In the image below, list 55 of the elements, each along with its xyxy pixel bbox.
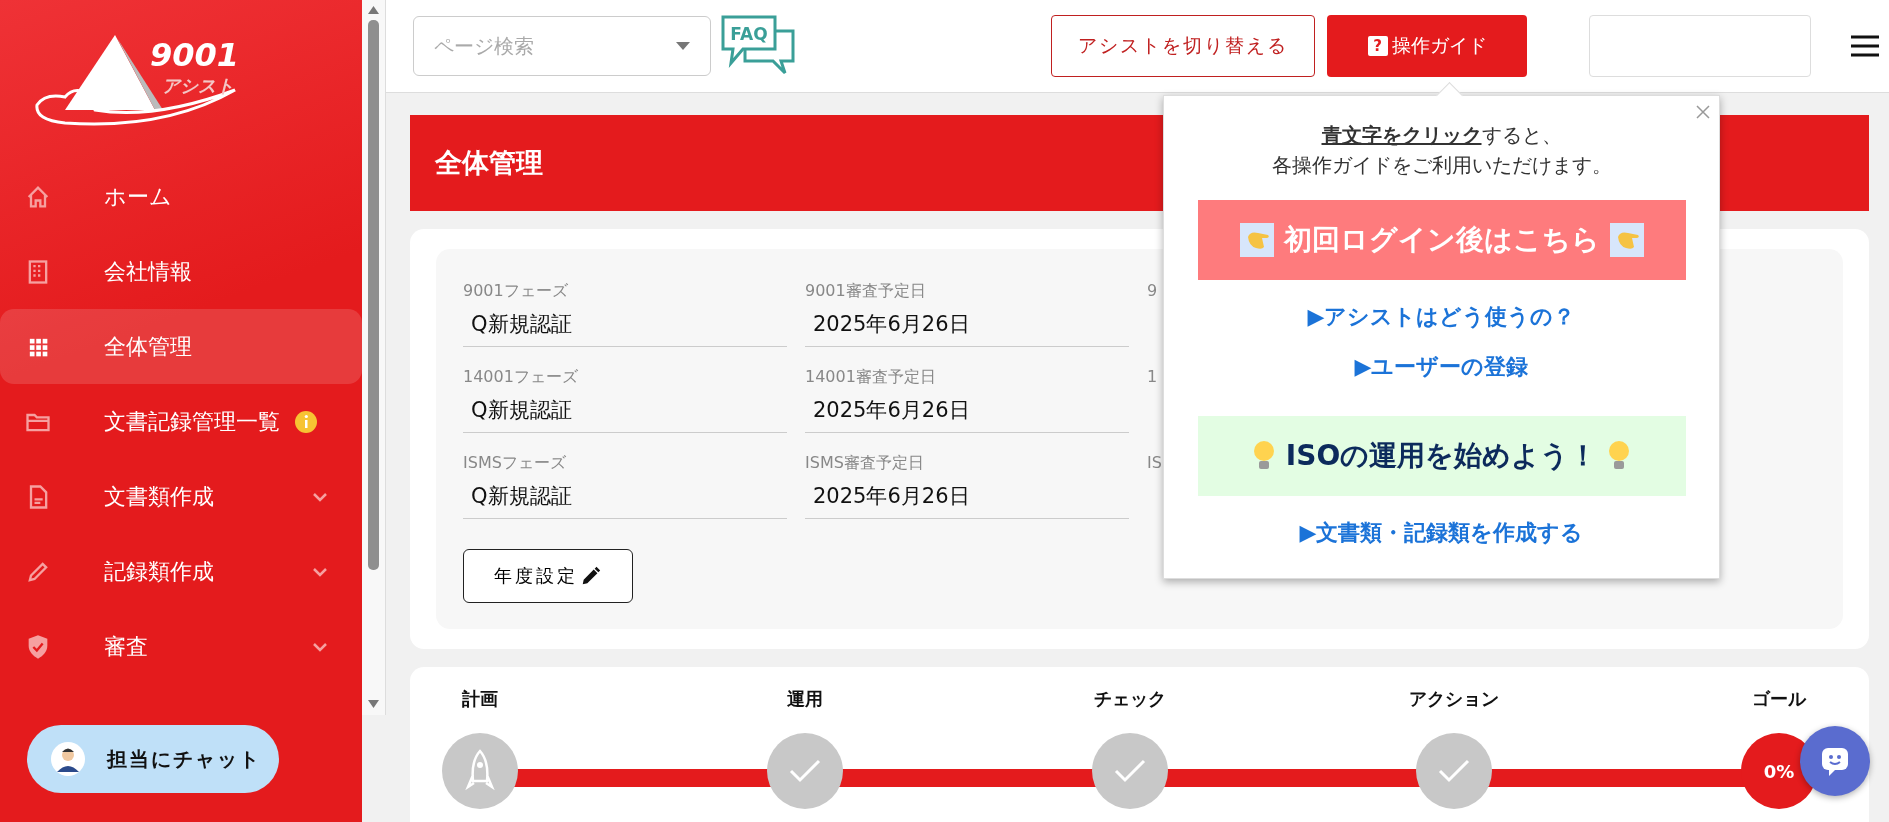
field-value: Q新規認証 xyxy=(463,478,787,519)
person-avatar-icon xyxy=(51,742,85,776)
intro-text: 青文字をクリックすると、 xyxy=(1321,122,1562,149)
step-label: 運用 xyxy=(786,687,823,711)
chat-button[interactable]: 担当にチャット xyxy=(27,725,279,793)
sidebar-item[interactable]: 全体管理 xyxy=(0,309,362,384)
scrollbar[interactable] xyxy=(362,0,386,715)
pencil-icon xyxy=(580,565,602,587)
step-label: チェック xyxy=(1093,687,1166,711)
check-icon xyxy=(787,758,822,784)
field-value: Q新規認証 xyxy=(463,306,787,347)
field-label: ISMS審査予定日 xyxy=(805,453,924,474)
close-icon[interactable] xyxy=(1695,104,1711,120)
field-label: 14001審査予定日 xyxy=(805,367,936,388)
field-label: 9001フェーズ xyxy=(463,281,568,302)
sidebar-item[interactable]: 文書記録管理一覧 xyxy=(0,384,362,459)
pointing-hand-icon xyxy=(1609,223,1644,257)
caret-icon xyxy=(676,42,690,50)
check-icon xyxy=(1437,758,1472,784)
logo-name: アシスト xyxy=(162,74,234,98)
sidebar-item[interactable]: 記録類作成 xyxy=(0,534,362,609)
field-value: 2025年6月26日 xyxy=(805,306,1129,347)
pointing-hand-icon xyxy=(1239,223,1274,257)
field-value: Q新規認証 xyxy=(463,392,787,433)
start-iso-banner[interactable]: ISOの運用を始めよう！ xyxy=(1197,416,1686,496)
chat-bubble-icon xyxy=(1819,745,1851,777)
operation-guide-button[interactable]: ? 操作ガイド xyxy=(1327,15,1527,77)
field-label: 14001フェーズ xyxy=(463,367,578,388)
year-settings-button[interactable]: 年度設定 xyxy=(463,549,633,603)
rocket-icon xyxy=(465,749,495,793)
input-field[interactable] xyxy=(1589,15,1811,77)
sidebar-item[interactable]: 文書類作成 xyxy=(0,459,362,534)
guide-link[interactable]: ▶アシストはどう使うの？ xyxy=(1307,302,1576,332)
menu-icon[interactable] xyxy=(1849,34,1881,58)
page-search-dropdown[interactable]: ページ検索 xyxy=(413,16,711,76)
check-icon xyxy=(1112,758,1147,784)
guide-link[interactable]: ▶文書類・記録類を作成する xyxy=(1299,518,1584,548)
field-label: ISMSフェーズ xyxy=(463,453,566,474)
field-label: IS xyxy=(1147,453,1162,472)
guide-link[interactable]: ▶ユーザーの登録 xyxy=(1354,352,1529,382)
sidebar-item[interactable]: ホーム xyxy=(0,159,362,234)
step-label: 計画 xyxy=(462,687,498,711)
first-login-banner[interactable]: 初回ログイン後はこちら xyxy=(1197,200,1686,280)
sidebar-item[interactable]: 会社情報 xyxy=(0,234,362,309)
switch-assist-button[interactable]: アシストを切り替える xyxy=(1051,15,1315,77)
step-label: アクション xyxy=(1409,687,1500,711)
field-label: 1 xyxy=(1147,367,1158,386)
sidebar-item[interactable]: 審査 xyxy=(0,609,362,684)
step-label: ゴール xyxy=(1752,687,1806,711)
field-value: 2025年6月26日 xyxy=(805,392,1129,433)
field-label: 9001審査予定日 xyxy=(805,281,926,302)
intro-text: 各操作ガイドをご利用いただけます。 xyxy=(1271,152,1612,179)
field-value: 2025年6月26日 xyxy=(805,478,1129,519)
field-label: 9 xyxy=(1147,281,1158,300)
logo-number: 9001 xyxy=(150,36,240,74)
